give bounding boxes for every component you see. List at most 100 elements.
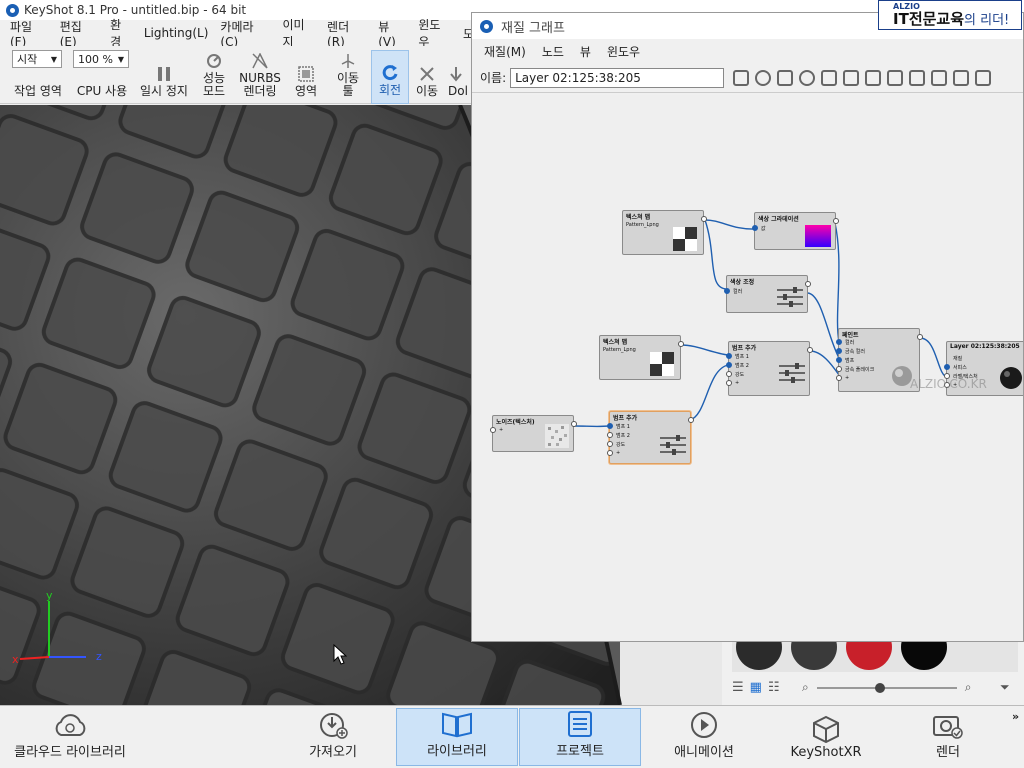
menu-environment[interactable]: 환경 [104, 16, 138, 50]
graph-menu-window[interactable]: 윈도우 [599, 43, 648, 60]
input-port[interactable] [836, 339, 842, 345]
output-port[interactable] [678, 341, 684, 347]
port-label: 범프 1 [735, 354, 749, 360]
output-port[interactable] [917, 334, 923, 340]
tree-view-icon[interactable]: ☷ [768, 680, 780, 695]
node-noise-texture[interactable]: 노이즈(텍스처) + [490, 415, 577, 452]
main-menu: 파일(F) 편집(E) 환경 Lighting(L) 카메라(C) 이미지 렌더… [0, 18, 480, 49]
output-port[interactable] [807, 347, 813, 353]
menu-image[interactable]: 이미지 [276, 16, 321, 50]
node-texture-map-2[interactable]: 텍스쳐 맵 Pattern_Lpng [599, 335, 684, 380]
input-port[interactable] [726, 380, 732, 386]
cpu-usage-button[interactable]: CPU 사용 [72, 50, 132, 104]
thumbnail-size-slider[interactable]: ⌕ ⌕ [802, 680, 971, 695]
pan-button[interactable]: 이동 [411, 50, 443, 104]
menu-edit[interactable]: 편집(E) [54, 18, 104, 49]
overflow-chevron-icon[interactable]: » [1012, 710, 1019, 723]
input-port[interactable] [836, 375, 842, 381]
cloud-library-button[interactable]: 클라우드 라이브러리 [8, 708, 132, 766]
workspace-button[interactable]: 작업 영역 [8, 50, 68, 104]
menu-camera[interactable]: 카메라(C) [214, 18, 276, 49]
move-tool-icon [341, 54, 355, 68]
output-port[interactable] [688, 417, 694, 423]
node-add-bump-1[interactable]: 범프 추가 범프 1 범프 2 강도 + [726, 341, 813, 396]
input-port[interactable] [607, 432, 613, 438]
layout-icon[interactable] [975, 69, 992, 86]
nurbs-button[interactable]: NURBS 렌더링 [236, 50, 284, 104]
lock-icon[interactable] [843, 69, 860, 86]
input-port[interactable] [726, 362, 732, 368]
performance-icon [207, 54, 221, 68]
keyshotxr-button[interactable]: KeyShotXR [788, 708, 864, 766]
node-paint[interactable]: 페인트 컬러 금속 컬러 범프 금속 플레이크 + [836, 328, 923, 392]
graph-menu-view[interactable]: 뷰 [572, 43, 599, 60]
menu-render[interactable]: 렌더(R) [321, 18, 372, 49]
menu-view[interactable]: 뷰(V) [372, 18, 412, 49]
menu-file[interactable]: 파일(F) [4, 18, 54, 49]
group-icon[interactable] [931, 69, 948, 86]
mouse-cursor-icon [333, 644, 347, 665]
list-view-icon[interactable]: ☰ [732, 680, 744, 695]
slider-track[interactable] [816, 682, 957, 693]
input-port[interactable] [490, 427, 496, 433]
node-texture-map-1[interactable]: 텍스쳐 맵 Pattern_Lpng [622, 210, 707, 255]
graph-menu-material[interactable]: 재질(M) [476, 43, 534, 60]
input-port[interactable] [836, 357, 842, 363]
library-panel: ☰ ▦ ☷ ⌕ ⌕ ⏷ [722, 624, 1024, 705]
graph-menu-node[interactable]: 노드 [534, 43, 572, 60]
render-button[interactable]: 렌더 [922, 708, 974, 766]
port-label: 범프 1 [616, 424, 630, 430]
grid-view-icon[interactable]: ▦ [750, 680, 762, 695]
checker-thumb [650, 352, 674, 376]
add-node-icon[interactable] [909, 69, 926, 86]
filter-icon[interactable]: ⏷ [1000, 680, 1010, 695]
rotate-button[interactable]: 회전 [371, 50, 409, 104]
animation-button[interactable]: 애니메이션 [668, 708, 740, 766]
port-label: + [735, 380, 740, 386]
input-port[interactable] [836, 348, 842, 354]
input-port[interactable] [944, 364, 950, 370]
material-name-field[interactable]: Layer 02:125:38:205 [510, 67, 725, 88]
copy-icon[interactable] [865, 69, 882, 86]
play-icon[interactable] [799, 69, 816, 86]
zoom-out-icon[interactable]: ⌕ [802, 680, 809, 695]
move-tool-button[interactable]: 이동 툴 [330, 50, 366, 104]
slider-thumb[interactable] [874, 682, 885, 693]
sliders-thumb [777, 287, 803, 307]
keyshot-logo-icon [6, 3, 19, 17]
sliders-icon[interactable] [821, 69, 838, 86]
input-port[interactable] [836, 366, 842, 372]
output-port[interactable] [805, 281, 811, 287]
input-port[interactable] [607, 423, 613, 429]
input-port[interactable] [724, 288, 730, 294]
material-ball-icon[interactable] [755, 69, 772, 86]
port-label: 금속 컬러 [845, 349, 865, 355]
output-port[interactable] [571, 421, 577, 427]
input-port[interactable] [607, 441, 613, 447]
project-label: 프로젝트 [556, 744, 604, 759]
menu-window[interactable]: 윈도우 [412, 16, 457, 50]
library-button[interactable]: 라이브러리 [396, 708, 518, 766]
checker-icon[interactable] [777, 69, 794, 86]
node-graph-canvas[interactable]: 텍스쳐 맵 Pattern_Lpng 색상 그라데이션 값 색상 조정 컬러 텍… [472, 95, 1023, 641]
delete-icon[interactable] [887, 69, 904, 86]
performance-mode-button[interactable]: 성능 모드 [196, 50, 232, 104]
render-icon [933, 716, 963, 739]
node-color-adjust[interactable]: 색상 조정 컬러 [724, 275, 811, 313]
output-port[interactable] [701, 216, 707, 222]
save-icon[interactable] [733, 69, 750, 86]
input-port[interactable] [752, 225, 758, 231]
node-color-gradient[interactable]: 색상 그라데이션 값 [752, 212, 839, 250]
input-port[interactable] [726, 353, 732, 359]
ungroup-icon[interactable] [953, 69, 970, 86]
input-port[interactable] [726, 371, 732, 377]
project-button[interactable]: 프로젝트 [519, 708, 641, 766]
output-port[interactable] [833, 218, 839, 224]
pause-button[interactable]: 일시 정지 [136, 50, 192, 104]
node-add-bump-2[interactable]: 범프 추가 범프 1 범프 2 강도 + [607, 411, 694, 464]
zoom-in-icon[interactable]: ⌕ [965, 680, 972, 695]
input-port[interactable] [607, 450, 613, 456]
menu-lighting[interactable]: Lighting(L) [138, 26, 215, 40]
region-button[interactable]: 영역 [288, 50, 324, 104]
import-button[interactable]: 가져오기 [300, 708, 366, 766]
